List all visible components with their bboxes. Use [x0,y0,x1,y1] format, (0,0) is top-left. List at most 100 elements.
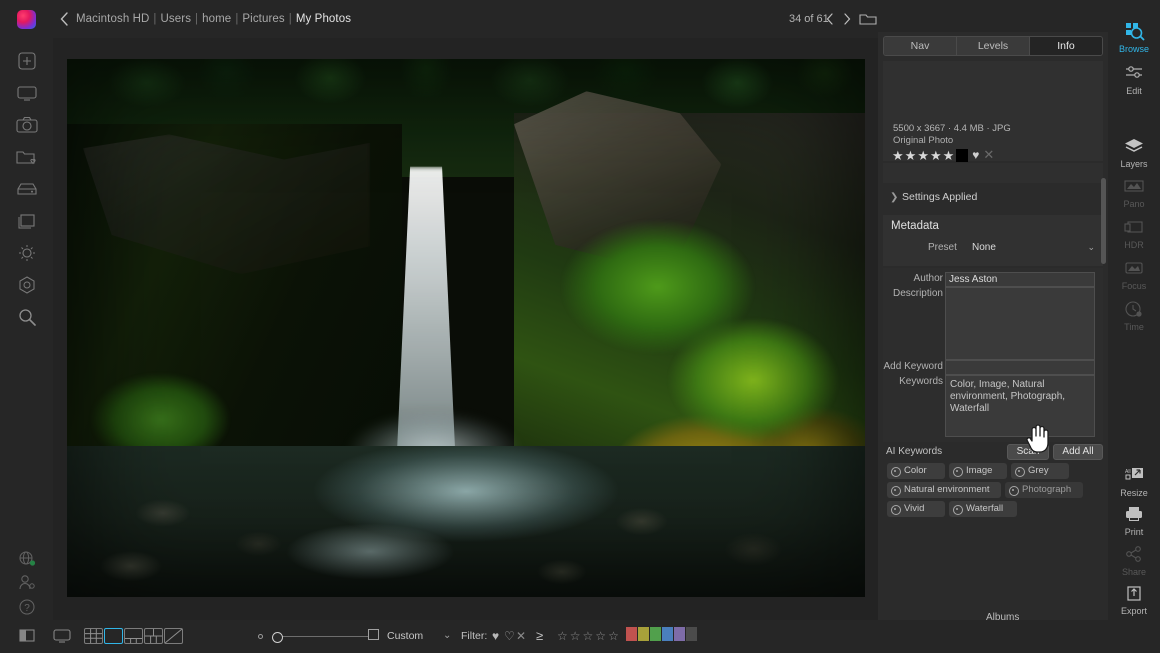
tab-levels[interactable]: Levels [957,37,1030,55]
stack-icon[interactable] [14,208,40,234]
filter-label: Filter: [461,630,487,642]
x-reject-icon[interactable]: ✕ [983,147,994,163]
breadcrumb-item-3[interactable]: Pictures [242,13,284,25]
swatch-purple[interactable] [674,627,685,641]
filmstrip-bottom-icon[interactable] [124,628,143,644]
ai-keywords-label: AI Keywords [886,446,942,457]
star-2[interactable]: ★ [905,149,917,162]
author-field[interactable]: Jess Aston [945,272,1095,287]
cube-3d-icon[interactable] [14,272,40,298]
panel-scrollbar[interactable] [1101,178,1106,264]
chip-waterfall[interactable]: Waterfall [949,501,1017,517]
star-3[interactable]: ★ [917,149,929,162]
lightbulb-icon[interactable] [14,240,40,266]
filter-star-1[interactable]: ☆ [557,629,568,643]
filter-star-3[interactable]: ☆ [583,629,594,643]
rail-layers[interactable]: Layers [1108,135,1160,169]
globe-status-icon[interactable] [14,546,40,572]
add-keyword-field[interactable] [945,360,1095,375]
panorama-icon [1108,175,1160,197]
left-toolbar: ? [0,38,53,620]
rail-share[interactable]: Share [1108,543,1160,577]
star-1[interactable]: ★ [892,149,904,162]
next-image-button[interactable] [840,11,854,27]
right-toolbar: Browse Edit Layers Pano HDR [1108,0,1160,653]
zoom-slider-track[interactable] [280,636,368,637]
rail-print[interactable]: Print [1108,503,1160,537]
swatch-blue[interactable] [662,627,673,641]
metadata-header: Metadata Preset None ⌄ [883,215,1103,266]
breadcrumb-item-2[interactable]: home [202,13,231,25]
keywords-field[interactable]: Color, Image, Natural environment, Photo… [945,375,1095,437]
filter-rating-stars[interactable]: ☆ ☆ ☆ ☆ ☆ [557,629,619,643]
zoom-max-icon[interactable] [368,629,379,640]
scan-button[interactable]: Scan [1007,444,1049,460]
add-plus-icon[interactable] [14,48,40,74]
swatch-none[interactable] [686,627,697,641]
zoom-slider-knob[interactable] [272,632,283,643]
photo-waterfall[interactable] [67,59,865,597]
x-reject-icon[interactable]: ✕ [516,629,526,643]
camera-icon[interactable] [14,112,40,138]
filter-star-2[interactable]: ☆ [570,629,581,643]
compare-view-icon[interactable] [164,628,183,644]
rating-stars[interactable]: ★ ★ ★ ★ ★ ♥ ✕ [892,147,994,163]
breadcrumb-item-0[interactable]: Macintosh HD [76,13,149,25]
chip-color[interactable]: Color [887,463,945,479]
previous-image-button[interactable] [823,11,837,27]
filter-star-4[interactable]: ☆ [595,629,606,643]
swatch-red[interactable] [626,627,637,641]
rail-browse[interactable]: Browse [1108,20,1160,54]
heart-filled-icon[interactable]: ♥ [972,148,979,162]
swatch-green[interactable] [650,627,661,641]
rail-export[interactable]: Export [1108,582,1160,616]
rail-resize[interactable]: All Resize [1108,464,1160,498]
back-button[interactable] [58,11,70,27]
zoom-slider[interactable] [258,628,368,644]
folder-icon[interactable] [859,12,877,26]
heart-filled-icon[interactable]: ♥ [492,629,499,643]
rail-hdr[interactable]: HDR [1108,216,1160,250]
breadcrumb[interactable]: Macintosh HD|Users|home|Pictures|My Phot… [76,13,351,25]
chip-natural-environment[interactable]: Natural environment [887,482,1001,498]
filter-star-5[interactable]: ☆ [608,629,619,643]
heart-outline-icon[interactable]: ♡ [504,629,515,643]
star-4[interactable]: ★ [930,149,942,162]
drive-icon[interactable] [14,176,40,202]
app-logo [17,10,36,29]
search-icon[interactable] [14,304,40,330]
rail-edit[interactable]: Edit [1108,62,1160,96]
chip-grey[interactable]: Grey [1011,463,1069,479]
single-view-icon[interactable] [104,628,123,644]
monitor-icon[interactable] [14,80,40,106]
custom-preset-label[interactable]: Custom [387,630,423,642]
account-icon[interactable] [14,570,40,596]
panel-left-toggle-icon[interactable] [17,628,37,648]
rail-pano[interactable]: Pano [1108,175,1160,209]
breadcrumb-item-1[interactable]: Users [161,13,192,25]
chip-vivid[interactable]: Vivid [887,501,945,517]
description-field[interactable] [945,287,1095,360]
image-canvas[interactable] [53,38,878,620]
chip-image[interactable]: Image [949,463,1007,479]
rail-time[interactable]: Time [1108,298,1160,332]
star-5[interactable]: ★ [943,149,955,162]
preset-value[interactable]: None [972,242,996,253]
display-icon[interactable] [51,628,73,649]
greater-equal-icon[interactable]: ≥ [536,628,543,643]
rail-focus[interactable]: Focus [1108,257,1160,291]
settings-applied-section[interactable]: ❯ Settings Applied [883,187,1103,209]
grid-view-icon[interactable] [84,628,103,644]
add-all-button[interactable]: Add All [1053,444,1103,460]
help-icon[interactable]: ? [14,594,40,620]
swatch-yellow[interactable] [638,627,649,641]
tab-info[interactable]: Info [1030,37,1102,55]
breadcrumb-item-4[interactable]: My Photos [296,13,351,25]
tab-nav[interactable]: Nav [884,37,957,55]
folder-favorite-icon[interactable] [14,144,40,170]
split-view-icon[interactable] [144,628,163,644]
chip-photograph[interactable]: Photograph [1005,482,1083,498]
chevron-down-icon[interactable]: ⌄ [443,630,451,641]
ai-keywords-row: AI Keywords Scan Add All [883,444,1103,462]
chevron-down-icon[interactable]: ⌄ [1087,242,1095,253]
